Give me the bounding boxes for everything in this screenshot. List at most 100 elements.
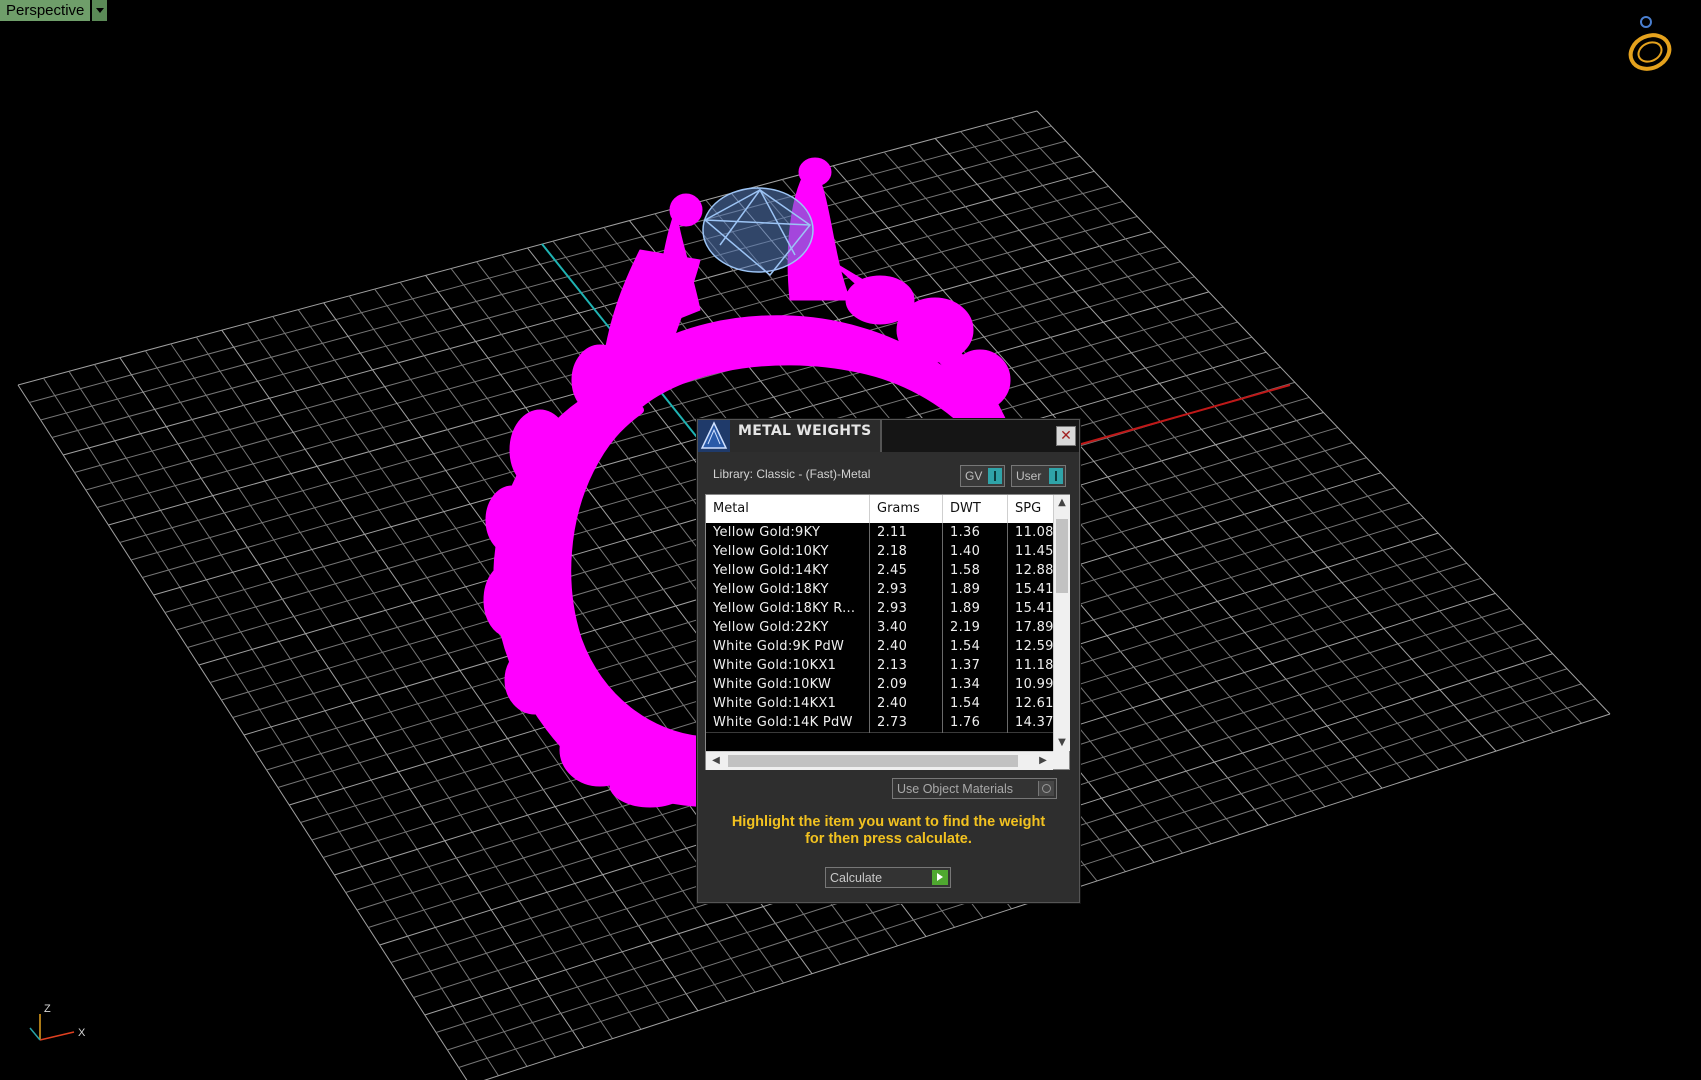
close-icon[interactable]: ✕	[1056, 426, 1076, 446]
grid-line	[17, 384, 468, 1080]
gv-toggle-label: GV	[965, 469, 983, 483]
cell-dwt: 1.76	[943, 713, 1008, 733]
table-row[interactable]: Yellow Gold:9KY 2.11 1.36 11.08	[706, 523, 1053, 543]
toggle-switch-icon	[1049, 468, 1063, 484]
cell-dwt: 1.89	[943, 580, 1008, 600]
axis-x-label: X	[78, 1027, 86, 1039]
instruction-text: Highlight the item you want to find the …	[698, 814, 1079, 848]
toggle-switch-icon	[988, 468, 1002, 484]
cell-spg: 15.41	[1015, 601, 1053, 616]
cell-dwt: 1.36	[943, 523, 1008, 543]
grid-line	[1011, 117, 1582, 724]
cell-metal: Yellow Gold:9KY	[706, 523, 870, 543]
horizontal-scrollbar[interactable]: ◀ ▶	[706, 751, 1053, 770]
table-row[interactable]: Yellow Gold:22KY 3.40 2.19 17.89	[706, 618, 1053, 638]
viewport-label-text: Perspective	[0, 0, 91, 21]
scroll-right-icon[interactable]: ▶	[1035, 752, 1051, 770]
use-object-materials-checkbox[interactable]: Use Object Materials	[892, 778, 1057, 799]
cell-grams: 2.18	[870, 542, 943, 562]
table-row[interactable]: White Gold:9K PdW 2.40 1.54 12.59	[706, 637, 1053, 657]
axis-gizmo-icon: Z X	[29, 1003, 86, 1041]
cell-spg: 12.88	[1015, 563, 1053, 578]
table-row[interactable]: White Gold:14KX1 2.40 1.54 12.61	[706, 694, 1053, 714]
cell-spg: 12.61	[1015, 696, 1053, 711]
radio-icon[interactable]	[1038, 781, 1054, 796]
cell-metal: Yellow Gold:18KY	[706, 580, 870, 600]
viewport-label[interactable]: Perspective	[0, 0, 108, 21]
cell-spg: 11.08	[1015, 525, 1053, 540]
cell-spg: 10.99	[1015, 677, 1053, 692]
table-body[interactable]: Yellow Gold:9KY 2.11 1.36 11.08 Yellow Gold:…	[706, 523, 1053, 751]
cell-dwt: 2.19	[943, 618, 1008, 638]
cell-grams: 2.45	[870, 561, 943, 581]
table-row[interactable]: Yellow Gold:14KY 2.45 1.58 12.88	[706, 561, 1053, 581]
table-row[interactable]: Yellow Gold:18KY 2.93 1.89 15.41	[706, 580, 1053, 600]
user-toggle[interactable]: User	[1011, 465, 1066, 487]
calculate-label: Calculate	[830, 871, 883, 885]
metal-table[interactable]: Metal Grams DWT SPG Yellow Gold:9KY 2.11 1…	[705, 494, 1070, 770]
vertical-scrollbar[interactable]: ▲ ▼	[1053, 495, 1070, 751]
table-row[interactable]: White Gold:14K PdW 2.73 1.76 14.37	[706, 713, 1053, 733]
cell-grams: 2.93	[870, 580, 943, 600]
cell-dwt: 1.54	[943, 637, 1008, 657]
library-label: Library: Classic - (Fast)-Metal	[713, 467, 871, 481]
cell-metal: Yellow Gold:22KY	[706, 618, 870, 638]
cell-spg: 17.89	[1015, 620, 1053, 635]
scroll-corner	[1053, 751, 1069, 769]
scroll-up-icon[interactable]: ▲	[1054, 495, 1070, 511]
table-row[interactable]: Yellow Gold:10KY 2.18 1.40 11.45	[706, 542, 1053, 562]
cell-metal: Yellow Gold:14KY	[706, 561, 870, 581]
cell-grams: 3.40	[870, 618, 943, 638]
calculate-button[interactable]: Calculate	[825, 867, 951, 888]
column-header-dwt[interactable]: DWT	[943, 495, 1008, 523]
scroll-left-icon[interactable]: ◀	[708, 752, 724, 770]
user-toggle-label: User	[1016, 469, 1042, 483]
dialog-titlebar[interactable]: METAL WEIGHTS ✕	[698, 420, 1079, 452]
table-row[interactable]: Yellow Gold:18KY R... 2.93 1.89 15.41	[706, 599, 1053, 619]
cell-metal: White Gold:14KX1	[706, 694, 870, 714]
cell-spg: 11.45	[1015, 544, 1053, 559]
dropdown-arrow-icon[interactable]	[92, 0, 108, 21]
column-header-grams[interactable]: Grams	[870, 495, 943, 523]
dialog-title: METAL WEIGHTS	[738, 423, 872, 439]
grid-line	[1036, 110, 1611, 715]
instruction-line-2: for then press calculate.	[805, 831, 972, 847]
cell-grams: 2.40	[870, 694, 943, 714]
scroll-down-icon[interactable]: ▼	[1054, 735, 1070, 751]
cell-spg: 15.41	[1015, 582, 1053, 597]
cell-grams: 2.13	[870, 656, 943, 676]
table-row[interactable]: White Gold:10KW 2.09 1.34 10.99	[706, 675, 1053, 695]
cell-metal: White Gold:14K PdW	[706, 713, 870, 733]
cell-dwt: 1.40	[943, 542, 1008, 562]
cell-metal: White Gold:10KX1	[706, 656, 870, 676]
cell-grams: 2.93	[870, 599, 943, 619]
cell-grams: 2.40	[870, 637, 943, 657]
cell-dwt: 1.54	[943, 694, 1008, 714]
cell-metal: Yellow Gold:18KY R...	[706, 599, 870, 619]
column-header-metal[interactable]: Metal	[706, 495, 870, 523]
table-row[interactable]: White Gold:10KX1 2.13 1.37 11.18	[706, 656, 1053, 676]
scroll-thumb[interactable]	[1056, 519, 1068, 593]
table-header: Metal Grams DWT SPG	[706, 495, 1053, 523]
column-header-spg[interactable]: SPG	[1008, 495, 1053, 523]
cell-spg: 11.18	[1015, 658, 1053, 673]
cell-grams: 2.09	[870, 675, 943, 695]
cell-spg: 12.59	[1015, 639, 1053, 654]
metal-weights-dialog[interactable]: METAL WEIGHTS ✕ Library: Classic - (Fast…	[697, 419, 1080, 903]
matrix-logo-icon	[698, 420, 730, 452]
cell-dwt: 1.34	[943, 675, 1008, 695]
cell-metal: Yellow Gold:10KY	[706, 542, 870, 562]
cell-metal: White Gold:10KW	[706, 675, 870, 695]
calculate-arrow-icon[interactable]	[932, 870, 948, 885]
ring-icon[interactable]	[1620, 14, 1676, 74]
cell-dwt: 1.37	[943, 656, 1008, 676]
instruction-line-1: Highlight the item you want to find the …	[731, 814, 1046, 830]
scroll-thumb[interactable]	[728, 755, 1018, 767]
cell-grams: 2.11	[870, 523, 943, 543]
gv-toggle[interactable]: GV	[960, 465, 1005, 487]
cell-dwt: 1.89	[943, 599, 1008, 619]
use-object-materials-label: Use Object Materials	[897, 782, 1014, 796]
cell-spg: 14.37	[1015, 715, 1053, 730]
cell-metal: White Gold:9K PdW	[706, 637, 870, 657]
cell-dwt: 1.58	[943, 561, 1008, 581]
